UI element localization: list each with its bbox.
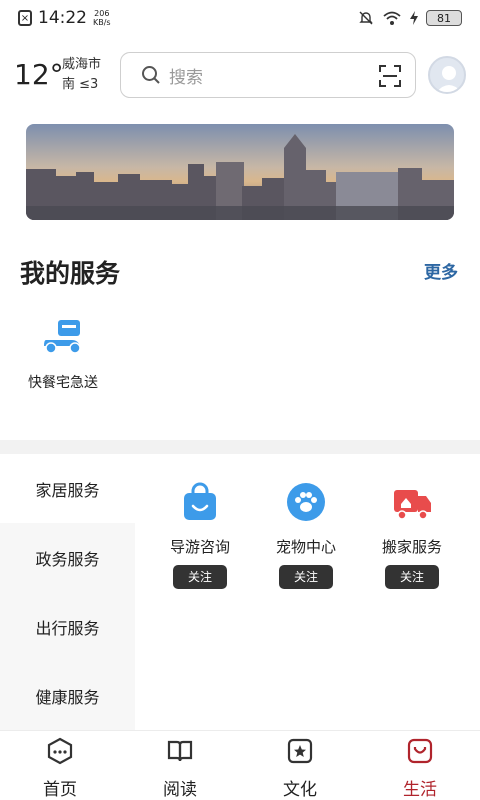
section-divider [0,440,480,454]
temperature: 12° [14,58,64,91]
category-health-services[interactable]: 健康服务 [0,661,135,730]
user-silhouette-icon [436,66,462,92]
tab-label: 文化 [283,780,317,800]
service-item-moving[interactable]: 搬家服务 关注 [357,482,467,589]
tab-life[interactable]: 生活 [360,731,480,800]
service-item-name: 搬家服务 [381,538,442,556]
tab-label: 生活 [403,780,437,800]
status-time: 14:22 [38,8,87,28]
smile-bag-icon [407,738,433,764]
moving-truck-icon [394,490,431,520]
sim-icon: × [18,10,32,26]
my-services-title: 我的服务 [20,259,121,288]
tab-label: 阅读 [163,780,197,800]
category-government-services[interactable]: 政务服务 [0,523,135,592]
status-bar: × 14:22 206 KB/s 81 [0,0,480,36]
service-item-tour-guide[interactable]: 导游咨询 关注 [145,482,255,589]
category-travel-services[interactable]: 出行服务 [0,592,135,661]
shopping-bag-icon [184,482,216,520]
header: 12° 威海市 南 ≤3 搜索 [0,52,480,98]
home-hexagon-icon [47,737,73,765]
mute-bell-icon [359,11,373,25]
category-sidebar: 家居服务 政务服务 出行服务 健康服务 [0,454,135,730]
wind-info: 南 ≤3 [62,77,99,92]
category-home-services[interactable]: 家居服务 [0,454,135,523]
search-icon [142,66,160,84]
search-input[interactable]: 搜索 [120,52,416,98]
service-item-name: 导游咨询 [169,538,230,556]
follow-button[interactable]: 关注 [279,565,333,589]
charging-icon [410,11,418,25]
tab-home[interactable]: 首页 [0,731,120,800]
follow-button[interactable]: 关注 [173,565,227,589]
service-tile-label: 快餐宅急送 [28,375,98,391]
city-skyline-image [26,124,454,220]
tab-culture[interactable]: 文化 [240,731,360,800]
network-speed-value: 206 [94,9,110,18]
star-frame-icon [287,738,313,764]
wifi-icon [383,11,401,25]
tab-read[interactable]: 阅读 [120,731,240,800]
more-link[interactable]: 更多 [424,258,458,283]
bottom-tab-bar: 首页 阅读 文化 生活 [0,730,480,800]
scan-icon[interactable] [379,65,401,87]
battery-indicator: 81 [426,10,462,26]
avatar[interactable] [428,56,466,94]
city-name[interactable]: 威海市 [62,56,101,74]
service-item-pet-center[interactable]: 宠物中心 关注 [251,482,361,589]
network-speed: 206 KB/s [93,9,111,27]
follow-button[interactable]: 关注 [385,565,439,589]
city-banner-image[interactable] [26,124,454,220]
paw-icon [287,483,325,521]
service-tile-delivery[interactable]: 快餐宅急送 [22,318,104,392]
status-icons: 81 [358,10,462,26]
tab-label: 首页 [43,780,77,800]
search-placeholder: 搜索 [169,67,203,88]
delivery-scooter-icon [44,320,81,354]
book-icon [167,740,193,762]
network-speed-unit: KB/s [93,18,111,27]
service-item-name: 宠物中心 [275,538,336,556]
category-content: 导游咨询 关注 宠物中心 关注 搬家服务 关注 [135,454,480,730]
